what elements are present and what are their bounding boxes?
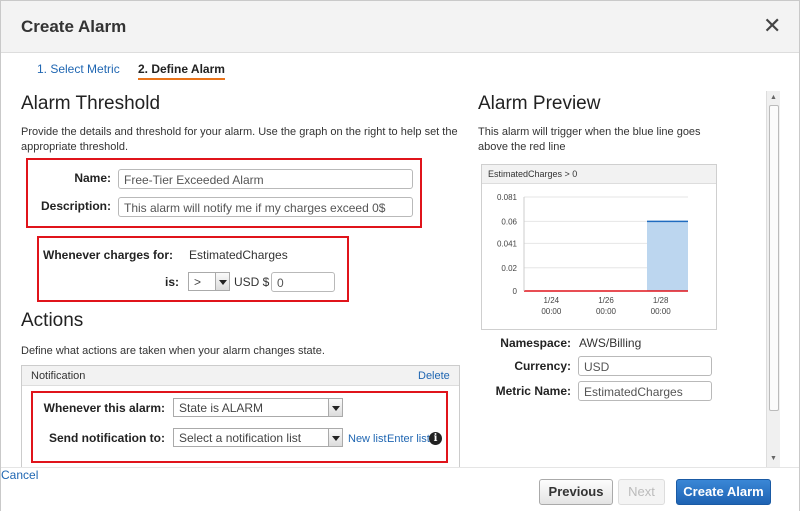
- name-label: Name:: [74, 171, 111, 185]
- charges-metric: EstimatedCharges: [189, 248, 288, 262]
- description-input[interactable]: This alarm will notify me if my charges …: [118, 197, 413, 217]
- chevron-down-icon: [328, 429, 342, 446]
- chart-plot: 0.081 0.06 0.041 0.02 0 1/24 00:00 1/26 00:00 1/2…: [497, 193, 688, 316]
- alarm-preview-chart: EstimatedCharges > 0 0.081 0.06 0.041 0.02 0…: [481, 164, 717, 330]
- chart-title: EstimatedCharges > 0: [488, 169, 578, 179]
- is-label: is:: [164, 275, 179, 289]
- close-icon[interactable]: ✕: [763, 15, 781, 37]
- actions-description: Define what actions are taken when your …: [21, 345, 325, 357]
- next-button: Next: [618, 479, 665, 505]
- x-tick-label: 1/26: [598, 296, 614, 305]
- alarm-state-value: State is ALARM: [179, 401, 264, 415]
- description-label: Description:: [40, 199, 111, 213]
- currency-unit: USD $: [234, 275, 270, 289]
- charges-label: Whenever charges for:: [43, 248, 174, 262]
- dialog-header: Create Alarm ✕: [1, 1, 799, 53]
- dialog-content: Alarm Threshold Provide the details and …: [1, 83, 765, 467]
- send-notification-label: Send notification to:: [49, 431, 165, 445]
- chart-header: EstimatedCharges > 0: [482, 165, 716, 184]
- name-input[interactable]: Free-Tier Exceeded Alarm: [118, 169, 413, 189]
- step-define-alarm: 2. Define Alarm: [138, 62, 225, 80]
- delete-notification-link[interactable]: Delete: [418, 370, 450, 382]
- scroll-thumb[interactable]: [769, 105, 779, 411]
- chevron-down-icon: [328, 399, 342, 416]
- content-scrollbar[interactable]: ▲ ▼: [766, 91, 780, 467]
- x-tick-label: 1/24: [544, 296, 560, 305]
- alarm-threshold-description: Provide the details and threshold for yo…: [21, 126, 458, 153]
- step-select-metric[interactable]: 1. Select Metric: [37, 62, 120, 76]
- metric-name-input[interactable]: EstimatedCharges: [578, 381, 712, 401]
- namespace-label: Namespace:: [500, 336, 571, 350]
- x-tick-sublabel: 00:00: [651, 307, 672, 316]
- metric-name-label: Metric Name:: [495, 384, 571, 398]
- scroll-down-icon[interactable]: ▼: [770, 455, 777, 462]
- y-tick-label: 0.081: [497, 193, 518, 202]
- chevron-down-icon: [215, 273, 229, 290]
- y-tick-label: 0.041: [497, 239, 518, 248]
- previous-button[interactable]: Previous: [539, 479, 613, 505]
- x-tick-sublabel: 00:00: [596, 307, 617, 316]
- alarm-preview-description: This alarm will trigger when the blue li…: [478, 126, 701, 153]
- state-label: Whenever this alarm:: [43, 401, 165, 415]
- notification-panel-header: Notification Delete: [22, 366, 459, 386]
- x-tick-sublabel: 00:00: [541, 307, 562, 316]
- info-icon[interactable]: i: [429, 432, 442, 445]
- scroll-up-icon[interactable]: ▲: [770, 94, 777, 101]
- x-tick-label: 1/28: [653, 296, 669, 305]
- notification-list-select[interactable]: Select a notification list: [173, 428, 343, 447]
- enter-list-link[interactable]: Enter list: [387, 433, 430, 445]
- series-area: [647, 221, 688, 291]
- actions-heading: Actions: [21, 310, 84, 331]
- notification-title: Notification: [31, 370, 86, 382]
- operator-select[interactable]: >: [188, 272, 230, 291]
- y-tick-label: 0.02: [501, 264, 517, 273]
- operator-value: >: [194, 275, 202, 289]
- notification-list-value: Select a notification list: [179, 431, 302, 445]
- alarm-state-select[interactable]: State is ALARM: [173, 398, 343, 417]
- create-alarm-dialog: Create Alarm ✕ 1. Select Metric 2. Defin…: [0, 0, 800, 511]
- new-list-link[interactable]: New list: [348, 433, 387, 445]
- create-alarm-button[interactable]: Create Alarm: [676, 479, 771, 505]
- y-tick-label: 0: [513, 287, 518, 296]
- threshold-amount-input[interactable]: 0: [271, 272, 335, 292]
- dialog-footer: Cancel Previous Next Create Alarm: [1, 467, 799, 511]
- alarm-preview-heading: Alarm Preview: [478, 93, 601, 114]
- dialog-title: Create Alarm: [21, 17, 127, 36]
- namespace-value: AWS/Billing: [579, 336, 642, 350]
- currency-input[interactable]: USD: [578, 356, 712, 376]
- currency-label: Currency:: [514, 359, 571, 373]
- wizard-steps: 1. Select Metric 2. Define Alarm: [1, 53, 799, 83]
- alarm-threshold-heading: Alarm Threshold: [21, 93, 161, 114]
- y-tick-label: 0.06: [501, 217, 517, 226]
- charges-highlight: [37, 236, 349, 302]
